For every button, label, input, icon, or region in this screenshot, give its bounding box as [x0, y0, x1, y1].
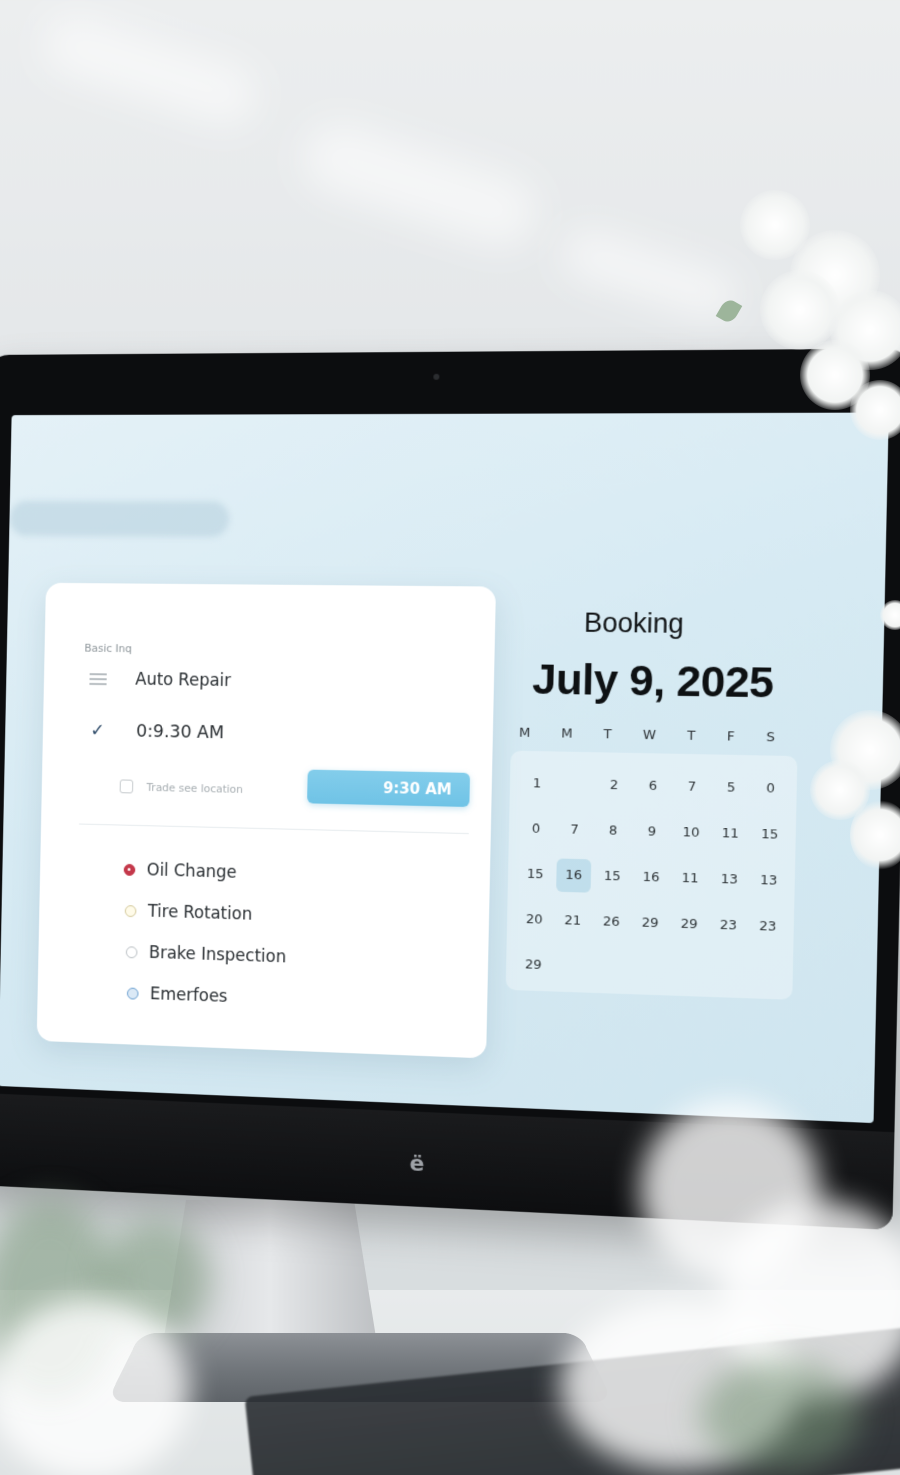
calendar-empty-cell	[556, 762, 595, 808]
option-oil-change[interactable]: Oil Change	[123, 860, 237, 883]
calendar-day[interactable]: 21	[553, 898, 592, 945]
calendar-day[interactable]: 29	[514, 942, 553, 989]
calendar-day[interactable]: 1	[518, 761, 557, 807]
option-brake-inspection[interactable]: Brake Inspection	[125, 942, 287, 968]
weekday-header: M M T W T F S	[519, 726, 775, 746]
calendar-day[interactable]: 15	[516, 851, 555, 897]
wall-light-streak	[556, 223, 744, 327]
calendar-empty-cell	[747, 949, 787, 996]
time-row[interactable]: ✓ 0:9.30 AM	[90, 720, 224, 743]
calendar-day[interactable]: 15	[592, 853, 632, 900]
calendar-day[interactable]: 11	[670, 855, 710, 902]
calendar-empty-cell	[552, 943, 591, 990]
option-label: Tire Rotation	[147, 901, 253, 925]
calendar-day[interactable]: 29	[630, 900, 670, 947]
radio-selected-icon[interactable]	[123, 863, 136, 876]
calendar-day[interactable]: 6	[633, 763, 673, 809]
radio-selected-icon[interactable]	[126, 987, 139, 1000]
flower	[760, 270, 840, 350]
calendar-day[interactable]: 9	[632, 809, 672, 856]
weekday-label: S	[766, 729, 776, 746]
weekday-label: W	[642, 727, 657, 744]
calendar-day[interactable]: 7	[555, 807, 594, 853]
calendar-day[interactable]: 29	[669, 901, 709, 948]
weekday-label: F	[726, 729, 735, 745]
option-label: Brake Inspection	[148, 943, 287, 968]
brand-logo-icon: ë	[409, 1151, 425, 1178]
weekday-label: T	[603, 727, 612, 743]
radio-icon[interactable]	[124, 905, 137, 918]
calendar-day[interactable]: 16	[631, 854, 671, 901]
option-label: Oil Change	[146, 860, 237, 883]
calendar-day[interactable]: 13	[709, 856, 749, 903]
calendar-day[interactable]: 0	[517, 806, 556, 852]
calendar-day[interactable]: 15	[749, 811, 789, 858]
screen: Basic Inq Auto Repair ✓ 0:9.30 AM Trade …	[0, 412, 889, 1124]
weekday-label: M	[560, 726, 573, 742]
selected-date: July 9, 2025	[531, 655, 774, 708]
calendar-empty-cell	[629, 946, 669, 993]
calendar-day[interactable]: 23	[748, 903, 788, 950]
booking-form-card: Basic Inq Auto Repair ✓ 0:9.30 AM Trade …	[36, 582, 496, 1059]
calendar-day[interactable]: 16	[556, 858, 592, 893]
blurred-search-bar[interactable]	[9, 500, 230, 537]
calendar-day[interactable]: 11	[710, 810, 750, 857]
weekday-label: M	[518, 725, 531, 741]
calendar-day[interactable]: 2	[594, 762, 634, 808]
check-icon: ✓	[90, 720, 105, 741]
calendar-day[interactable]: 13	[749, 857, 789, 904]
note-row[interactable]: Trade see location	[119, 779, 244, 796]
calendar-day[interactable]: 20	[515, 897, 554, 943]
service-name: Auto Repair	[135, 669, 232, 691]
calendar-empty-cell	[707, 948, 747, 995]
service-row[interactable]: Auto Repair	[89, 669, 231, 691]
note-placeholder: Trade see location	[146, 780, 244, 796]
wall-light-streak	[295, 114, 545, 256]
note-icon	[119, 779, 134, 794]
calendar-day[interactable]: 26	[592, 899, 632, 946]
menu-icon	[89, 673, 107, 686]
calendar-grid: 1 2 6 7 5 0 0 7 8 9 10 11 15 15 16 15 16 11 13 13 20 21 26 29 29…	[505, 750, 798, 1000]
calendar-day[interactable]: 7	[672, 764, 712, 811]
camera-icon	[433, 373, 440, 380]
booking-title: Booking	[583, 607, 685, 639]
option-label: Emerfoes	[149, 984, 228, 1007]
calendar-days: 1 2 6 7 5 0 0 7 8 9 10 11 15 15 16 15 16 11 13 13 20 21 26 29 29…	[514, 761, 791, 997]
calendar-day[interactable]: 23	[708, 902, 748, 949]
weekday-label: T	[687, 728, 696, 744]
monitor: Basic Inq Auto Repair ✓ 0:9.30 AM Trade …	[0, 348, 900, 1231]
blurred-flower	[0, 1300, 190, 1475]
option-tire-rotation[interactable]: Tire Rotation	[124, 901, 253, 925]
time-value: 0:9.30 AM	[135, 720, 225, 744]
time-slot-button[interactable]: 9:30 AM	[307, 769, 471, 808]
calendar-day[interactable]: 8	[593, 808, 633, 854]
calendar-day[interactable]: 0	[750, 765, 790, 812]
wall-light-streak	[36, 7, 264, 133]
blurred-foliage	[700, 1360, 860, 1470]
divider	[78, 823, 469, 835]
calendar-empty-cell	[668, 947, 708, 994]
calendar-empty-cell	[591, 944, 631, 991]
calendar-day[interactable]: 5	[711, 765, 751, 812]
option-extra-services[interactable]: Emerfoes	[126, 984, 228, 1007]
calendar-day[interactable]: 10	[671, 810, 711, 857]
form-label: Basic Inq	[84, 641, 133, 656]
radio-icon[interactable]	[125, 946, 138, 959]
